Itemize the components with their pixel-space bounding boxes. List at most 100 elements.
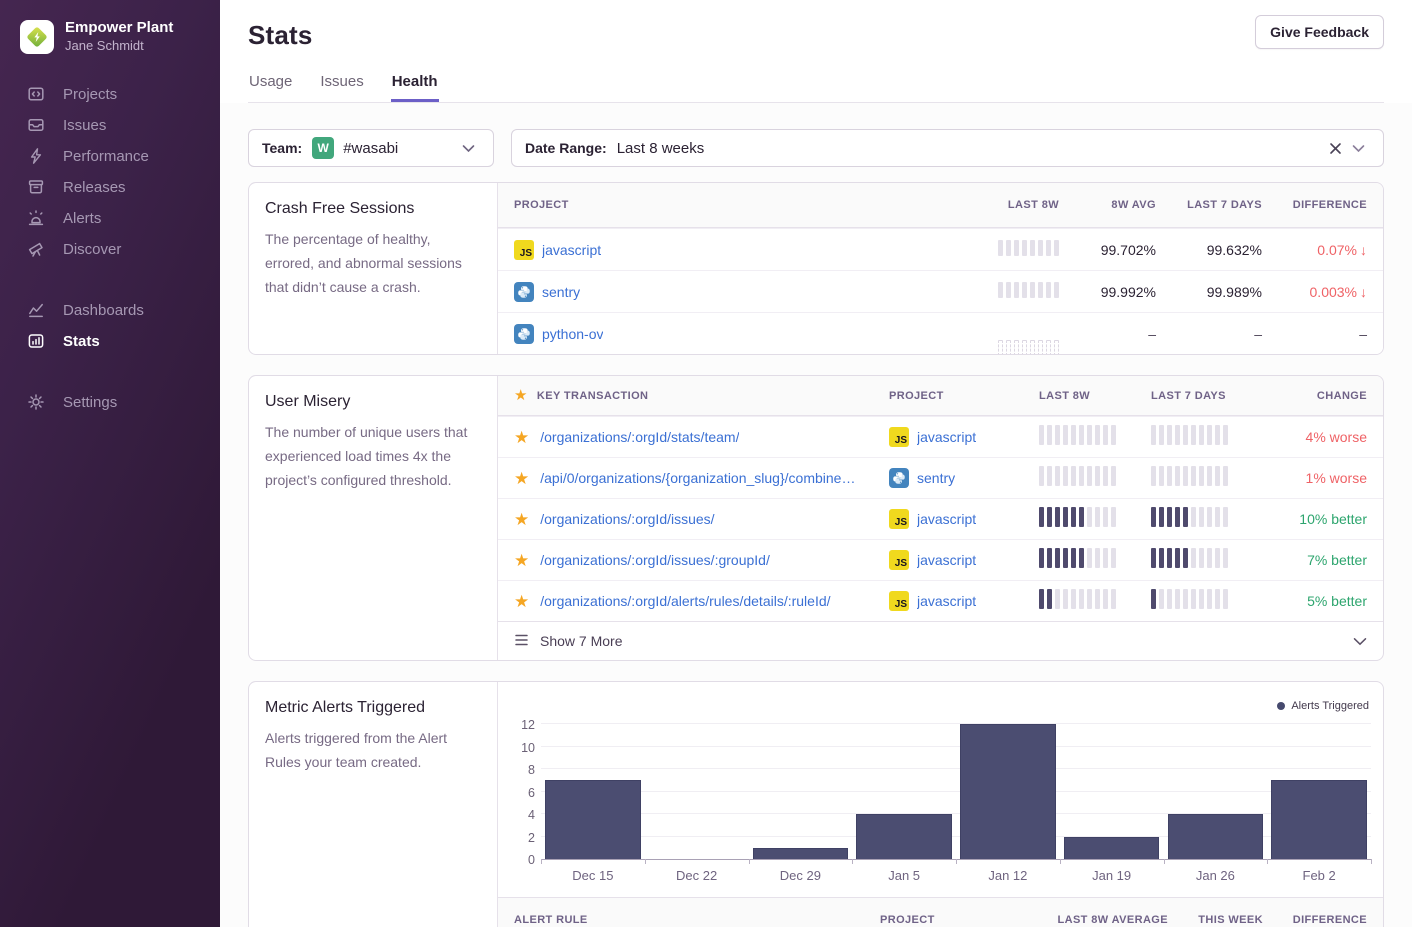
column-header: THIS WEEK [1168, 914, 1263, 926]
project-link[interactable]: javascript [917, 593, 976, 609]
spark-bar [1103, 466, 1108, 486]
javascript-platform-icon: JS [889, 427, 909, 447]
transaction-link[interactable]: /organizations/:orgId/issues/:groupId/ [540, 552, 770, 568]
spark-bar [1151, 425, 1156, 445]
column-header: DIFFERENCE [1262, 199, 1367, 211]
alerts-chart-xlabels: Dec 15Dec 22Dec 29Jan 5Jan 12Jan 19Jan 2… [541, 868, 1371, 883]
give-feedback-button[interactable]: Give Feedback [1255, 15, 1384, 49]
chart-legend[interactable]: Alerts Triggered [1277, 700, 1369, 712]
transaction-link[interactable]: /api/0/organizations/{organization_slug}… [540, 470, 855, 486]
project-link[interactable]: sentry [542, 284, 580, 300]
team-select[interactable]: Team: W #wasabi [248, 129, 494, 167]
x-axis-tick-mark [749, 859, 750, 864]
project-link[interactable]: javascript [542, 242, 601, 258]
transaction-link[interactable]: /organizations/:orgId/stats/team/ [540, 429, 739, 445]
sidebar-item-projects[interactable]: Projects [0, 79, 220, 110]
metric-alerts-panel: Metric Alerts Triggered Alerts triggered… [248, 681, 1384, 927]
chevron-down-icon [1353, 633, 1367, 649]
sparkline [1151, 548, 1228, 568]
spark-bar [1175, 589, 1180, 609]
legend-label: Alerts Triggered [1291, 700, 1369, 712]
date-range-select[interactable]: Date Range: Last 8 weeks [511, 129, 1384, 167]
sidebar-item-settings[interactable]: Settings [0, 387, 220, 418]
project-link[interactable]: javascript [917, 429, 976, 445]
spark-bar [1038, 240, 1043, 256]
difference-value: 0.07%↓ [1262, 242, 1367, 258]
gridline [541, 791, 1371, 792]
dashboards-icon [27, 301, 45, 319]
spark-bar [1159, 466, 1164, 486]
change-value: 10% better [1265, 511, 1367, 527]
transaction-link[interactable]: /organizations/:orgId/issues/ [540, 511, 714, 527]
key-transaction-star-icon[interactable]: ★ [514, 470, 529, 487]
key-transaction-star-icon[interactable]: ★ [514, 593, 529, 610]
column-header: PROJECT [889, 390, 1039, 402]
spark-bar [1215, 507, 1220, 527]
difference-value: – [1262, 326, 1367, 342]
table-row: ★ /organizations/:orgId/stats/team/ JS j… [498, 416, 1383, 457]
spark-bar [1022, 282, 1027, 298]
column-header: PROJECT [880, 914, 1038, 926]
spark-bar [1079, 548, 1084, 568]
spark-bar [1215, 589, 1220, 609]
spark-bar [1055, 425, 1060, 445]
releases-icon [27, 178, 45, 196]
show-more-button[interactable]: Show 7 More [498, 621, 1383, 660]
sidebar-item-issues[interactable]: Issues [0, 110, 220, 141]
clear-icon[interactable] [1324, 142, 1347, 155]
gridline [541, 768, 1371, 769]
issues-icon [27, 116, 45, 134]
spark-bar [1183, 548, 1188, 568]
spark-bar [1223, 425, 1228, 445]
column-header: CHANGE [1265, 390, 1367, 402]
spark-bar [1063, 425, 1068, 445]
sidebar-item-alerts[interactable]: Alerts [0, 203, 220, 234]
sidebar-item-performance[interactable]: Performance [0, 141, 220, 172]
spark-bar [1047, 548, 1052, 568]
tab-issues[interactable]: Issues [319, 71, 364, 102]
key-transaction-star-icon[interactable]: ★ [514, 511, 529, 528]
project-link[interactable]: javascript [917, 511, 976, 527]
key-transaction-star-icon[interactable]: ★ [514, 429, 529, 446]
spark-bar [1167, 548, 1172, 568]
sidebar-item-label: Settings [63, 394, 117, 411]
spark-bar [1199, 548, 1204, 568]
nav-footer: Settings [0, 381, 220, 424]
table-row: ★ /api/0/organizations/{organization_slu… [498, 457, 1383, 498]
spark-bar [1103, 425, 1108, 445]
sidebar-item-dashboards[interactable]: Dashboards [0, 295, 220, 326]
spark-bar [1223, 466, 1228, 486]
spark-bar [1207, 425, 1212, 445]
sidebar-item-releases[interactable]: Releases [0, 172, 220, 203]
org-text: Empower Plant Jane Schmidt [65, 19, 173, 55]
tab-usage[interactable]: Usage [248, 71, 293, 102]
spark-bar [1175, 425, 1180, 445]
project-link[interactable]: sentry [917, 470, 955, 486]
filter-bar: Team: W #wasabi Date Range: Last 8 weeks [248, 129, 1384, 167]
key-transaction-star-icon[interactable]: ★ [514, 552, 529, 569]
transaction-link[interactable]: /organizations/:orgId/alerts/rules/detai… [540, 593, 830, 609]
sidebar-item-stats[interactable]: Stats [0, 326, 220, 357]
x-axis-tick-mark [1371, 859, 1372, 864]
spark-bar [1014, 240, 1019, 256]
y-axis-tick-label: 10 [505, 741, 535, 755]
table-header: PROJECT LAST 8W 8W AVG LAST 7 DAYS DIFFE… [498, 183, 1383, 228]
javascript-platform-icon: JS [889, 591, 909, 611]
spark-bar [1095, 425, 1100, 445]
metric-alerts-description: Metric Alerts Triggered Alerts triggered… [249, 682, 498, 927]
x-axis-tick-mark [1060, 859, 1061, 864]
chevron-down-icon [1347, 144, 1370, 153]
column-header: LAST 7 DAYS [1156, 199, 1262, 211]
table-row: JS javascript 99.702% 99.632% 0.07%↓ [498, 228, 1383, 270]
sidebar-item-discover[interactable]: Discover [0, 234, 220, 265]
project-link[interactable]: javascript [917, 552, 976, 568]
x-axis-tick-label: Feb 2 [1267, 868, 1371, 883]
spark-bar [1063, 466, 1068, 486]
column-header: LAST 8W [959, 199, 1059, 211]
spark-bar [1159, 507, 1164, 527]
spark-bar [1103, 507, 1108, 527]
project-link[interactable]: python-ov [542, 326, 603, 342]
tab-health[interactable]: Health [391, 71, 439, 102]
org-switcher[interactable]: Empower Plant Jane Schmidt [0, 15, 220, 73]
spark-bar [1079, 507, 1084, 527]
